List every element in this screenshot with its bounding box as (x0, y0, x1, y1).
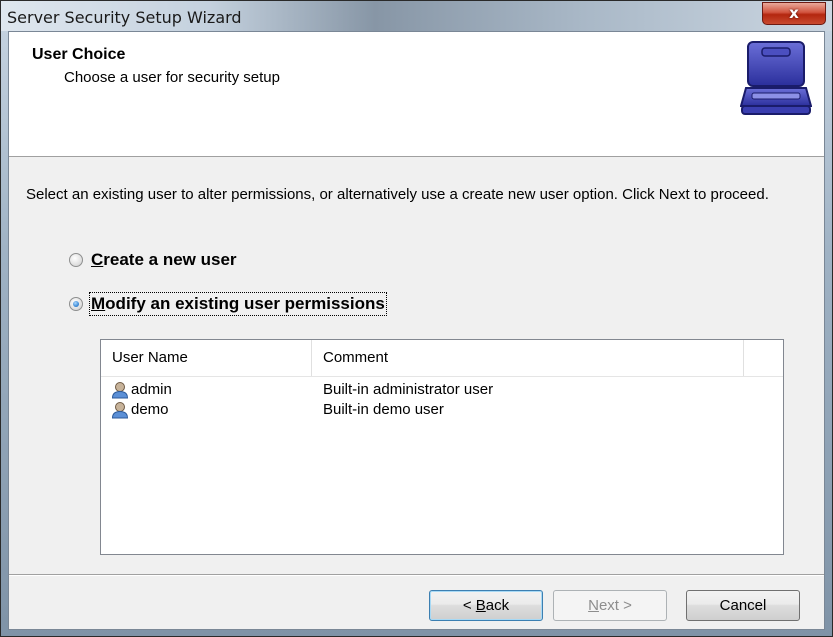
create-user-radio[interactable] (69, 253, 83, 267)
cancel-button[interactable]: Cancel (686, 590, 800, 621)
page-title: User Choice (32, 46, 126, 63)
wizard-client-area: User Choice Choose a user for security s… (8, 31, 825, 630)
wizard-header: User Choice Choose a user for security s… (9, 32, 824, 157)
modify-user-option[interactable]: Modify an existing user permissions (69, 292, 387, 316)
user-name-cell: demo (131, 401, 169, 418)
user-icon (111, 382, 129, 399)
user-comment-cell: Built-in demo user (323, 401, 444, 418)
page-subtitle: Choose a user for security setup (64, 69, 280, 86)
back-button[interactable]: < Back (429, 590, 543, 621)
create-user-label[interactable]: Create a new user (91, 250, 237, 270)
user-name-cell: admin (131, 381, 172, 398)
wizard-window: Server Security Setup Wizard x User Choi… (0, 0, 833, 637)
title-bar[interactable]: Server Security Setup Wizard x (1, 1, 832, 31)
user-comment-cell: Built-in administrator user (323, 381, 494, 398)
next-button[interactable]: Next > (553, 590, 667, 621)
create-user-option[interactable]: Create a new user (69, 250, 237, 270)
close-button[interactable]: x (762, 2, 826, 25)
modify-user-label[interactable]: Modify an existing user permissions (89, 292, 387, 316)
column-header-user-name[interactable]: User Name (101, 340, 312, 376)
column-header-comment[interactable]: Comment (312, 340, 744, 376)
users-list-header: User Name Comment (101, 340, 783, 377)
table-row[interactable]: demo Built-in demo user (101, 400, 783, 420)
users-list[interactable]: User Name Comment admin Built-in adminis… (100, 339, 784, 555)
briefcase-icon (740, 41, 812, 115)
footer-separator (9, 574, 824, 576)
modify-user-radio[interactable] (69, 297, 83, 311)
table-row[interactable]: admin Built-in administrator user (101, 380, 783, 400)
window-title: Server Security Setup Wizard (7, 8, 242, 27)
close-icon: x (789, 4, 799, 22)
instructions-text: Select an existing user to alter permiss… (26, 186, 769, 203)
user-icon (111, 402, 129, 419)
